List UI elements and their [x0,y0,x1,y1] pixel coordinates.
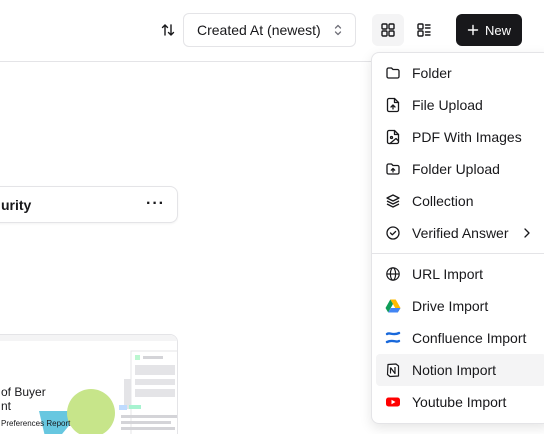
menu-item-youtube-import[interactable]: Youtube Import [376,386,544,418]
thumbnail-title-line2: nt [1,399,12,413]
menu-item-label: Notion Import [412,362,497,378]
google-drive-icon [385,299,401,313]
card-title: urity [1,197,32,213]
menu-item-url-import[interactable]: URL Import [376,258,544,290]
layout-list-icon [417,23,431,37]
chevron-up-down-icon [334,24,342,36]
menu-item-notion-import[interactable]: Notion Import [376,354,544,386]
new-button[interactable]: New [456,14,522,46]
sort-select-value: Created At (newest) [197,22,321,38]
arrow-up-down-icon [161,24,175,36]
file-upload-icon [386,97,400,113]
menu-item-label: File Upload [412,97,483,113]
circle-check-icon [386,226,400,240]
folder-upload-icon [386,163,400,175]
grid-view-button[interactable] [372,14,404,46]
thumbnail-subtitle: Preferences Report [1,419,71,428]
menu-item-label: PDF With Images [412,129,522,145]
menu-item-folder-upload[interactable]: Folder Upload [376,153,544,185]
more-horizontal-icon[interactable]: ··· [146,195,165,213]
menu-item-label: Youtube Import [412,394,507,410]
new-dropdown-menu: Folder File Upload PDF With Images Folde… [371,52,544,424]
menu-item-collection[interactable]: Collection [376,185,544,217]
notion-icon [386,363,400,378]
menu-item-label: Drive Import [412,298,489,314]
file-image-icon [386,129,400,145]
new-button-label: New [484,22,511,38]
sort-direction-toggle[interactable] [158,20,178,40]
menu-item-label: URL Import [412,266,484,282]
menu-item-label: Confluence Import [412,330,527,346]
layout-grid-icon [381,23,395,37]
document-thumbnail[interactable]: of Buyer nt Preferences Report [0,334,178,434]
menu-item-label: Folder [412,65,452,81]
menu-item-drive-import[interactable]: Drive Import [376,290,544,322]
list-view-button[interactable] [408,14,440,46]
menu-item-label: Folder Upload [412,161,500,177]
menu-item-folder[interactable]: Folder [376,57,544,89]
menu-item-label: Verified Answer [412,225,509,241]
thumbnail-title-line1: of Buyer [1,385,46,399]
chevron-right-icon [524,228,530,238]
menu-item-verified-answer[interactable]: Verified Answer [376,217,544,249]
sort-select[interactable]: Created At (newest) [183,13,356,47]
document-card[interactable]: urity ··· [0,186,178,223]
menu-item-label: Collection [412,193,474,209]
folder-icon [386,67,400,79]
youtube-icon [386,397,400,407]
plus-icon [467,24,479,36]
globe-icon [386,267,400,281]
menu-item-file-upload[interactable]: File Upload [376,89,544,121]
layers-icon [386,194,400,208]
menu-item-confluence-import[interactable]: Confluence Import [376,322,544,354]
menu-item-pdf-with-images[interactable]: PDF With Images [376,121,544,153]
menu-separator [372,253,544,254]
confluence-icon [385,331,401,344]
